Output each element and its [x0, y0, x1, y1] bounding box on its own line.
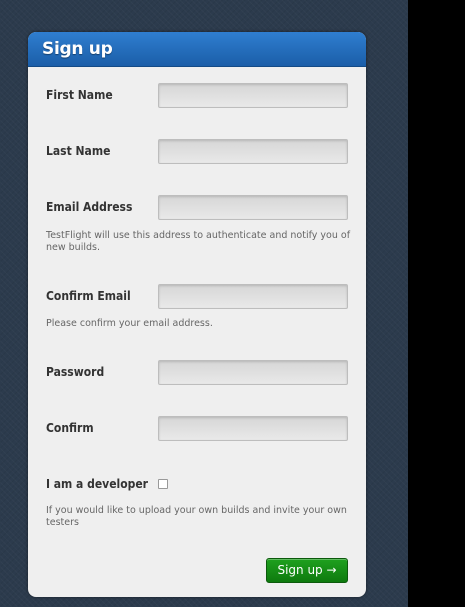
last-name-label: Last Name: [46, 144, 111, 158]
email-address-input[interactable]: [158, 195, 348, 220]
confirm-password-input[interactable]: [158, 416, 348, 441]
first-name-input[interactable]: [158, 83, 348, 108]
confirm-password-label: Confirm: [46, 421, 94, 435]
panel-header: Sign up: [28, 32, 366, 67]
confirm-email-help-text: Please confirm your email address.: [46, 318, 213, 329]
developer-checkbox[interactable]: [158, 479, 168, 489]
panel-title: Sign up: [42, 39, 113, 59]
confirm-email-input[interactable]: [158, 284, 348, 309]
sign-up-button[interactable]: Sign up →: [266, 558, 348, 583]
developer-label: I am a developer: [46, 477, 149, 491]
first-name-label: First Name: [46, 88, 113, 102]
password-label: Password: [46, 365, 105, 379]
email-address-label: Email Address: [46, 200, 133, 214]
password-input[interactable]: [158, 360, 348, 385]
signup-panel: Sign up First Name Last Name Email Addre…: [28, 32, 366, 597]
confirm-email-label: Confirm Email: [46, 289, 131, 303]
email-help-text: TestFlight will use this address to auth…: [46, 230, 351, 253]
developer-help-text: If you would like to upload your own bui…: [46, 505, 347, 528]
last-name-input[interactable]: [158, 139, 348, 164]
